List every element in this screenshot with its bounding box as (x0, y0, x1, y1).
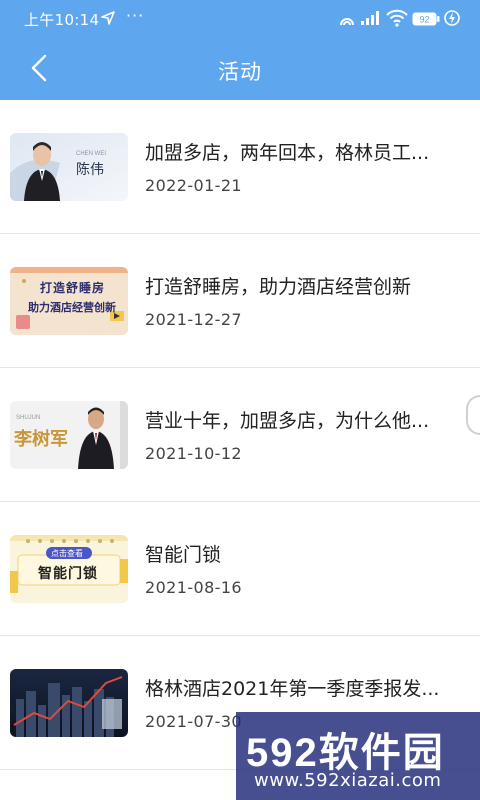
activity-item[interactable]: 打造舒睡房 助力酒店经营创新 打造舒睡房，助力酒店经营创新 2021-12-27 (0, 234, 480, 368)
thumbnail-tag: 点击查看 (51, 549, 83, 558)
activity-title: 加盟多店，两年回本，格林员工... (145, 142, 430, 164)
watermark-url: www.592xiazai.com (254, 770, 442, 791)
app-bar: 活动 (0, 38, 480, 100)
status-dots: ··· (126, 6, 145, 25)
scroll-handle[interactable] (466, 395, 480, 435)
thumbnail-caption: CHEN WEI (76, 151, 106, 157)
thumbnail-main: 智能门锁 (38, 566, 98, 582)
activity-item[interactable]: CHEN WEI 陈伟 加盟多店，两年回本，格林员工... 2022-01-21 (0, 100, 480, 234)
thumbnail-name: 李树军 (14, 429, 68, 450)
watermark: 592软件园 www.592xiazai.com (236, 712, 480, 800)
thumbnail-caption: SHUJUN (16, 415, 41, 421)
activity-title: 营业十年，加盟多店，为什么他... (145, 410, 430, 432)
activity-thumbnail (10, 669, 128, 737)
activity-date: 2022-01-21 (145, 176, 242, 195)
wifi-icon (386, 9, 408, 31)
activity-title: 智能门锁 (145, 544, 222, 566)
activity-date: 2021-10-12 (145, 444, 242, 463)
thumbnail-line2: 助力酒店经营创新 (28, 301, 116, 314)
activity-thumbnail: SHUJUN 李树军 (10, 401, 128, 469)
battery-level: 92 (419, 15, 429, 25)
activity-thumbnail: CHEN WEI 陈伟 (10, 133, 128, 201)
activity-date: 2021-08-16 (145, 578, 242, 597)
alarm-icon (338, 10, 356, 30)
status-time: 上午10:14 (24, 11, 100, 29)
activity-date: 2021-07-30 (145, 712, 242, 731)
activity-item[interactable]: SHUJUN 李树军 营业十年，加盟多店，为什么他... 2021-10-12 (0, 368, 480, 502)
activity-title: 格林酒店2021年第一季度季报发... (145, 678, 440, 700)
activity-thumbnail: 点击查看 智能门锁 (10, 535, 128, 603)
activity-title: 打造舒睡房，助力酒店经营创新 (145, 276, 412, 298)
thumbnail-line1: 打造舒睡房 (40, 281, 106, 295)
charging-icon (444, 9, 460, 31)
thumbnail-name: 陈伟 (76, 162, 104, 178)
activity-thumbnail: 打造舒睡房 助力酒店经营创新 (10, 267, 128, 335)
signal-icon (360, 10, 382, 30)
page-title: 活动 (218, 60, 262, 84)
activity-date: 2021-12-27 (145, 310, 242, 329)
status-bar: 上午10:14 ··· 92 (0, 0, 480, 38)
activity-list: CHEN WEI 陈伟 加盟多店，两年回本，格林员工... 2022-01-21… (0, 100, 480, 770)
header-bar: 上午10:14 ··· 92 活动 (0, 0, 480, 100)
activity-item[interactable]: 点击查看 智能门锁 智能门锁 2021-08-16 (0, 502, 480, 636)
location-arrow-icon (100, 10, 116, 30)
battery-icon: 92 (412, 11, 440, 30)
